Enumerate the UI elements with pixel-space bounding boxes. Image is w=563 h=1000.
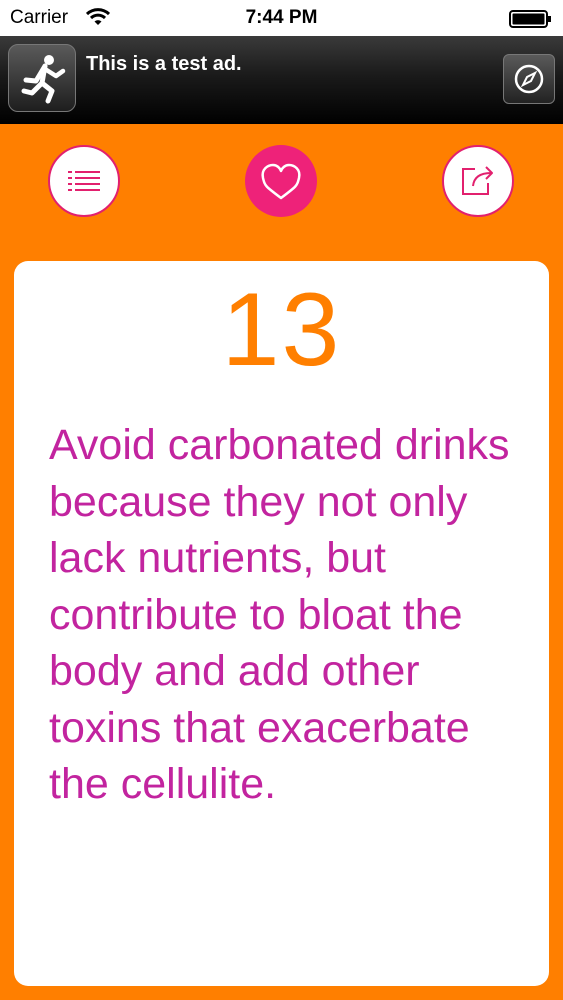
ad-banner[interactable]: This is a test ad. [0, 36, 563, 124]
share-icon [462, 166, 493, 195]
running-person-icon[interactable] [8, 44, 76, 112]
list-icon [68, 171, 100, 191]
status-bar: Carrier 7:44 PM [0, 0, 563, 36]
tip-text: Avoid carbonated drinks because they not… [49, 421, 510, 808]
tip-number: 13 [221, 272, 342, 388]
tip-card: 13 Avoid carbonated drinks because they … [14, 261, 549, 986]
ad-text[interactable]: This is a test ad. [86, 53, 242, 76]
list-button[interactable] [48, 145, 120, 217]
status-time: 7:44 PM [245, 7, 318, 28]
favorite-button[interactable] [245, 145, 317, 217]
battery-icon [509, 10, 553, 28]
compass-icon[interactable] [503, 54, 555, 104]
share-button[interactable] [442, 145, 514, 217]
heart-icon [261, 163, 301, 200]
